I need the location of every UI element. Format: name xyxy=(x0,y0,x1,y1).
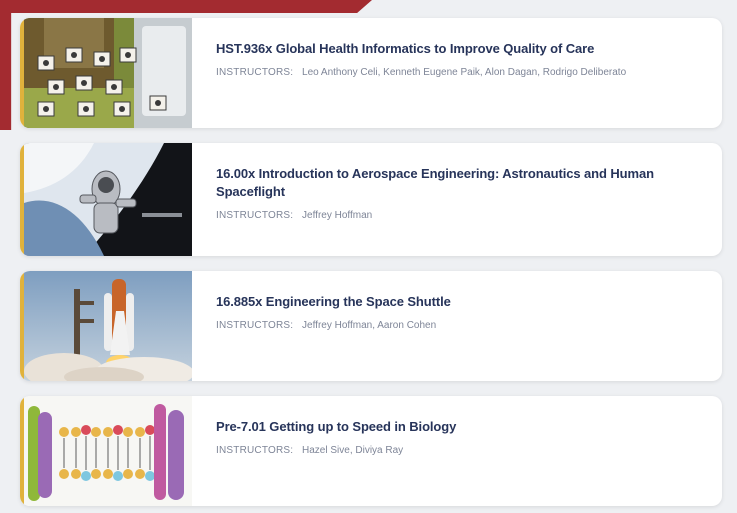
space-shuttle-launch-image xyxy=(24,271,192,381)
astronaut-spacewalk-image xyxy=(24,143,192,256)
instructors-names: Jeffrey Hoffman, Aaron Cohen xyxy=(302,320,437,331)
course-card[interactable]: 16.885x Engineering the Space Shuttle IN… xyxy=(20,271,722,381)
instructors-label: INSTRUCTORS: xyxy=(216,210,294,221)
instructors-names: Hazel Sive, Diviya Ray xyxy=(302,445,404,456)
health-informatics-icons-image xyxy=(24,18,192,128)
instructors-label: INSTRUCTORS: xyxy=(216,67,294,78)
course-title[interactable]: HST.936x Global Health Informatics to Im… xyxy=(216,40,702,58)
course-thumbnail[interactable] xyxy=(24,271,192,381)
cell-membrane-illustration-image xyxy=(24,396,192,506)
course-instructors: INSTRUCTORS: Leo Anthony Celi, Kenneth E… xyxy=(216,66,702,80)
course-info: HST.936x Global Health Informatics to Im… xyxy=(192,18,722,128)
course-info: Pre-7.01 Getting up to Speed in Biology … xyxy=(192,396,722,506)
course-card[interactable]: Pre-7.01 Getting up to Speed in Biology … xyxy=(20,396,722,506)
course-title[interactable]: Pre-7.01 Getting up to Speed in Biology xyxy=(216,418,702,436)
course-instructors: INSTRUCTORS: Jeffrey Hoffman, Aaron Cohe… xyxy=(216,319,702,333)
course-thumbnail[interactable] xyxy=(24,396,192,506)
course-title[interactable]: 16.885x Engineering the Space Shuttle xyxy=(216,293,702,311)
course-card[interactable]: HST.936x Global Health Informatics to Im… xyxy=(20,18,722,128)
course-instructors: INSTRUCTORS: Hazel Sive, Diviya Ray xyxy=(216,444,702,458)
course-thumbnail[interactable] xyxy=(24,143,192,256)
course-card[interactable]: 16.00x Introduction to Aerospace Enginee… xyxy=(20,143,722,256)
instructors-names: Leo Anthony Celi, Kenneth Eugene Paik, A… xyxy=(302,67,627,78)
instructors-names: Jeffrey Hoffman xyxy=(302,210,373,221)
course-title[interactable]: 16.00x Introduction to Aerospace Enginee… xyxy=(216,165,702,201)
instructors-label: INSTRUCTORS: xyxy=(216,445,294,456)
course-info: 16.885x Engineering the Space Shuttle IN… xyxy=(192,271,722,381)
course-thumbnail[interactable] xyxy=(24,18,192,128)
course-instructors: INSTRUCTORS: Jeffrey Hoffman xyxy=(216,209,702,223)
course-info: 16.00x Introduction to Aerospace Enginee… xyxy=(192,143,722,256)
course-list: HST.936x Global Health Informatics to Im… xyxy=(20,18,722,513)
instructors-label: INSTRUCTORS: xyxy=(216,320,294,331)
